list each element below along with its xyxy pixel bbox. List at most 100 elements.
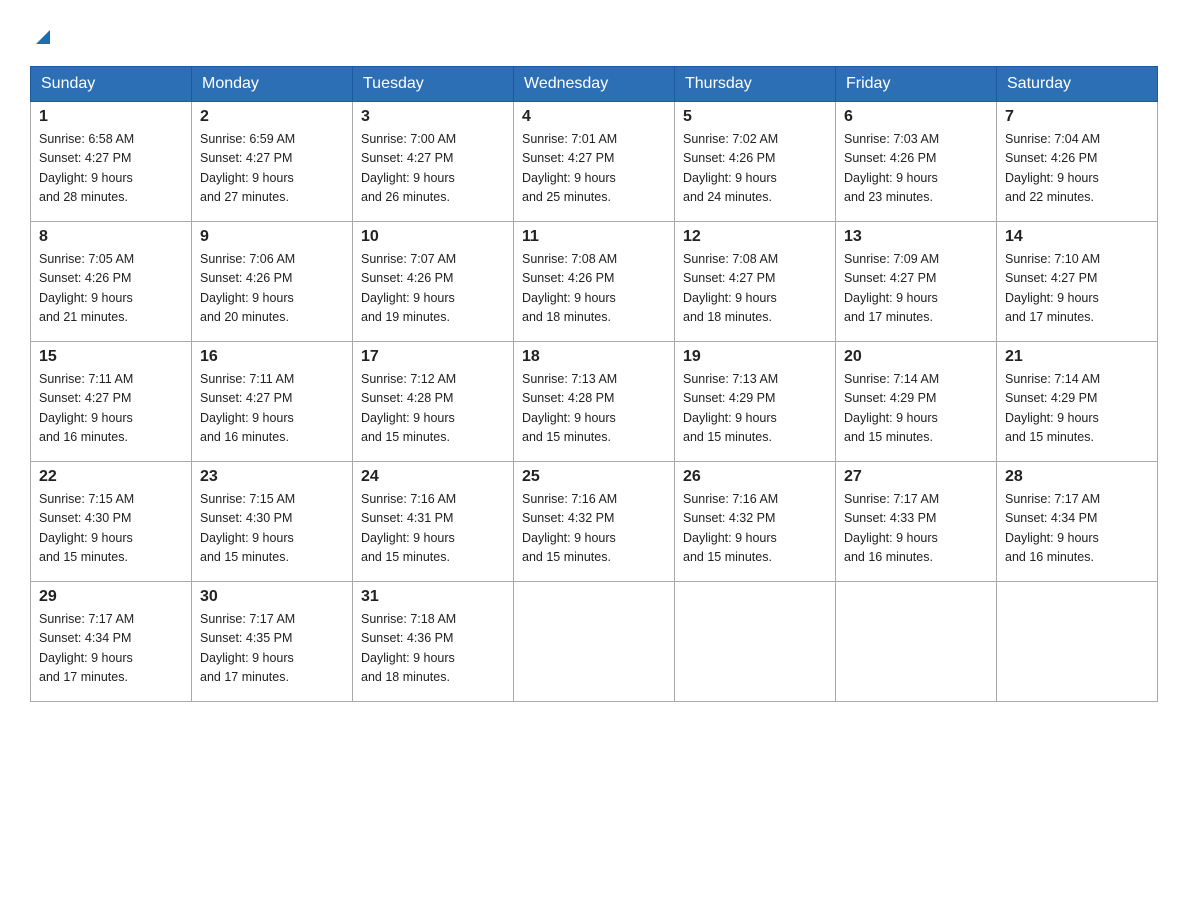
calendar-week-row: 22 Sunrise: 7:15 AMSunset: 4:30 PMDayligh… xyxy=(31,462,1158,582)
day-of-week-header: Wednesday xyxy=(514,67,675,102)
day-of-week-header: Saturday xyxy=(997,67,1158,102)
calendar-day-cell: 1 Sunrise: 6:58 AMSunset: 4:27 PMDaylight… xyxy=(31,102,192,222)
calendar-day-cell: 8Sunrise: 7:05 AMSunset: 4:26 PMDaylight… xyxy=(31,222,192,342)
calendar-day-cell: 24 Sunrise: 7:16 AMSunset: 4:31 PMDayligh… xyxy=(353,462,514,582)
day-info: Sunrise: 7:08 AMSunset: 4:26 PMDaylight:… xyxy=(522,250,666,328)
day-info: Sunrise: 7:13 AMSunset: 4:28 PMDaylight:… xyxy=(522,370,666,448)
day-of-week-header: Monday xyxy=(192,67,353,102)
day-info: Sunrise: 7:00 AMSunset: 4:27 PMDaylight:… xyxy=(361,130,505,208)
day-info: Sunrise: 6:59 AMSunset: 4:27 PMDaylight:… xyxy=(200,130,344,208)
day-number: 31 xyxy=(361,588,505,606)
calendar-day-cell: 19 Sunrise: 7:13 AMSunset: 4:29 PMDayligh… xyxy=(675,342,836,462)
logo xyxy=(30,28,54,48)
day-number: 7 xyxy=(1005,108,1149,126)
calendar-day-cell: 9Sunrise: 7:06 AMSunset: 4:26 PMDaylight… xyxy=(192,222,353,342)
day-info: Sunrise: 7:16 AMSunset: 4:32 PMDaylight:… xyxy=(522,490,666,568)
calendar-day-cell: 6 Sunrise: 7:03 AMSunset: 4:26 PMDaylight… xyxy=(836,102,997,222)
day-number: 9 xyxy=(200,228,344,246)
day-of-week-header: Tuesday xyxy=(353,67,514,102)
day-number: 17 xyxy=(361,348,505,366)
calendar-day-cell: 18 Sunrise: 7:13 AMSunset: 4:28 PMDayligh… xyxy=(514,342,675,462)
day-info: Sunrise: 7:10 AMSunset: 4:27 PMDaylight:… xyxy=(1005,250,1149,328)
day-number: 3 xyxy=(361,108,505,126)
day-info: Sunrise: 6:58 AMSunset: 4:27 PMDaylight:… xyxy=(39,130,183,208)
day-info: Sunrise: 7:17 AMSunset: 4:34 PMDaylight:… xyxy=(39,610,183,688)
calendar-day-cell: 13Sunrise: 7:09 AMSunset: 4:27 PMDayligh… xyxy=(836,222,997,342)
day-number: 30 xyxy=(200,588,344,606)
calendar-day-cell: 23 Sunrise: 7:15 AMSunset: 4:30 PMDayligh… xyxy=(192,462,353,582)
calendar-day-cell: 4Sunrise: 7:01 AMSunset: 4:27 PMDaylight… xyxy=(514,102,675,222)
day-of-week-header: Friday xyxy=(836,67,997,102)
day-number: 25 xyxy=(522,468,666,486)
calendar-day-cell xyxy=(836,582,997,702)
day-info: Sunrise: 7:14 AMSunset: 4:29 PMDaylight:… xyxy=(1005,370,1149,448)
page-header xyxy=(30,20,1158,48)
day-number: 13 xyxy=(844,228,988,246)
day-of-week-header: Thursday xyxy=(675,67,836,102)
calendar-day-cell xyxy=(514,582,675,702)
day-info: Sunrise: 7:03 AMSunset: 4:26 PMDaylight:… xyxy=(844,130,988,208)
day-info: Sunrise: 7:12 AMSunset: 4:28 PMDaylight:… xyxy=(361,370,505,448)
day-info: Sunrise: 7:16 AMSunset: 4:31 PMDaylight:… xyxy=(361,490,505,568)
day-number: 20 xyxy=(844,348,988,366)
calendar-day-cell: 10 Sunrise: 7:07 AMSunset: 4:26 PMDayligh… xyxy=(353,222,514,342)
day-info: Sunrise: 7:17 AMSunset: 4:33 PMDaylight:… xyxy=(844,490,988,568)
calendar-day-cell: 21 Sunrise: 7:14 AMSunset: 4:29 PMDayligh… xyxy=(997,342,1158,462)
calendar-day-cell: 25 Sunrise: 7:16 AMSunset: 4:32 PMDayligh… xyxy=(514,462,675,582)
day-number: 6 xyxy=(844,108,988,126)
day-info: Sunrise: 7:08 AMSunset: 4:27 PMDaylight:… xyxy=(683,250,827,328)
calendar-day-cell: 14 Sunrise: 7:10 AMSunset: 4:27 PMDayligh… xyxy=(997,222,1158,342)
calendar-day-cell: 27Sunrise: 7:17 AMSunset: 4:33 PMDayligh… xyxy=(836,462,997,582)
calendar-day-cell: 11 Sunrise: 7:08 AMSunset: 4:26 PMDayligh… xyxy=(514,222,675,342)
calendar-day-cell: 3 Sunrise: 7:00 AMSunset: 4:27 PMDaylight… xyxy=(353,102,514,222)
day-number: 19 xyxy=(683,348,827,366)
day-number: 15 xyxy=(39,348,183,366)
day-number: 24 xyxy=(361,468,505,486)
day-number: 5 xyxy=(683,108,827,126)
day-number: 14 xyxy=(1005,228,1149,246)
day-info: Sunrise: 7:15 AMSunset: 4:30 PMDaylight:… xyxy=(39,490,183,568)
calendar-day-cell: 12 Sunrise: 7:08 AMSunset: 4:27 PMDayligh… xyxy=(675,222,836,342)
day-number: 22 xyxy=(39,468,183,486)
day-info: Sunrise: 7:15 AMSunset: 4:30 PMDaylight:… xyxy=(200,490,344,568)
day-info: Sunrise: 7:18 AMSunset: 4:36 PMDaylight:… xyxy=(361,610,505,688)
calendar-day-cell xyxy=(675,582,836,702)
day-number: 1 xyxy=(39,108,183,126)
calendar-day-cell: 31 Sunrise: 7:18 AMSunset: 4:36 PMDayligh… xyxy=(353,582,514,702)
day-info: Sunrise: 7:14 AMSunset: 4:29 PMDaylight:… xyxy=(844,370,988,448)
calendar-table: SundayMondayTuesdayWednesdayThursdayFrid… xyxy=(30,66,1158,702)
day-number: 11 xyxy=(522,228,666,246)
calendar-day-cell: 29 Sunrise: 7:17 AMSunset: 4:34 PMDayligh… xyxy=(31,582,192,702)
calendar-week-row: 1 Sunrise: 6:58 AMSunset: 4:27 PMDaylight… xyxy=(31,102,1158,222)
day-number: 2 xyxy=(200,108,344,126)
day-number: 28 xyxy=(1005,468,1149,486)
day-info: Sunrise: 7:04 AMSunset: 4:26 PMDaylight:… xyxy=(1005,130,1149,208)
day-info: Sunrise: 7:17 AMSunset: 4:35 PMDaylight:… xyxy=(200,610,344,688)
day-number: 10 xyxy=(361,228,505,246)
calendar-day-cell: 17 Sunrise: 7:12 AMSunset: 4:28 PMDayligh… xyxy=(353,342,514,462)
logo-triangle-icon xyxy=(32,26,54,48)
calendar-day-cell: 16 Sunrise: 7:11 AMSunset: 4:27 PMDayligh… xyxy=(192,342,353,462)
day-info: Sunrise: 7:07 AMSunset: 4:26 PMDaylight:… xyxy=(361,250,505,328)
day-number: 18 xyxy=(522,348,666,366)
calendar-week-row: 15 Sunrise: 7:11 AMSunset: 4:27 PMDayligh… xyxy=(31,342,1158,462)
calendar-header: SundayMondayTuesdayWednesdayThursdayFrid… xyxy=(31,67,1158,102)
day-info: Sunrise: 7:16 AMSunset: 4:32 PMDaylight:… xyxy=(683,490,827,568)
calendar-day-cell: 22 Sunrise: 7:15 AMSunset: 4:30 PMDayligh… xyxy=(31,462,192,582)
calendar-body: 1 Sunrise: 6:58 AMSunset: 4:27 PMDaylight… xyxy=(31,102,1158,702)
calendar-day-cell: 15 Sunrise: 7:11 AMSunset: 4:27 PMDayligh… xyxy=(31,342,192,462)
day-number: 21 xyxy=(1005,348,1149,366)
day-info: Sunrise: 7:02 AMSunset: 4:26 PMDaylight:… xyxy=(683,130,827,208)
calendar-day-cell: 26Sunrise: 7:16 AMSunset: 4:32 PMDayligh… xyxy=(675,462,836,582)
day-info: Sunrise: 7:13 AMSunset: 4:29 PMDaylight:… xyxy=(683,370,827,448)
day-number: 29 xyxy=(39,588,183,606)
calendar-week-row: 29 Sunrise: 7:17 AMSunset: 4:34 PMDayligh… xyxy=(31,582,1158,702)
day-number: 16 xyxy=(200,348,344,366)
day-number: 23 xyxy=(200,468,344,486)
day-info: Sunrise: 7:11 AMSunset: 4:27 PMDaylight:… xyxy=(39,370,183,448)
day-info: Sunrise: 7:17 AMSunset: 4:34 PMDaylight:… xyxy=(1005,490,1149,568)
day-info: Sunrise: 7:11 AMSunset: 4:27 PMDaylight:… xyxy=(200,370,344,448)
day-of-week-header: Sunday xyxy=(31,67,192,102)
day-number: 4 xyxy=(522,108,666,126)
day-number: 12 xyxy=(683,228,827,246)
